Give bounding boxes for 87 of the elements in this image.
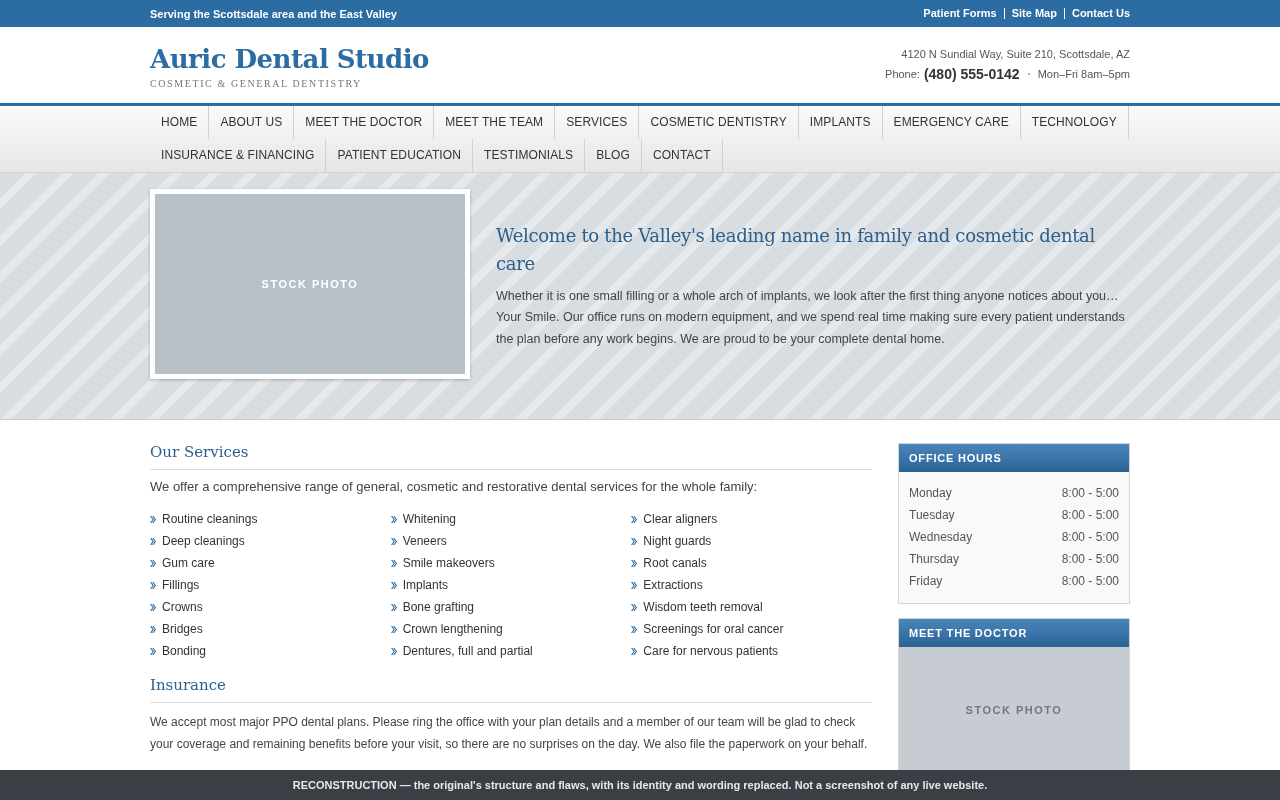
address: 4120 N Sundial Way, Suite 210, Scottsdale, AZ bbox=[900, 48, 1130, 60]
chevron-icon bbox=[150, 515, 156, 523]
day-label: Thursday bbox=[909, 551, 960, 568]
panel-title: OFFICE HOURS bbox=[899, 444, 1129, 472]
nav-link[interactable]: EMERGENCY CARE bbox=[882, 106, 1021, 139]
service-item: Crown lengthening bbox=[402, 622, 503, 636]
top-link[interactable]: Contact Us bbox=[1063, 8, 1130, 19]
chevron-icon bbox=[631, 647, 638, 655]
service-item: Wisdom teeth removal bbox=[643, 600, 763, 614]
nav-link[interactable]: SERVICES bbox=[555, 106, 640, 139]
chevron-icon bbox=[150, 647, 156, 655]
service-item: Fillings bbox=[162, 578, 200, 592]
service-item: Crowns bbox=[162, 600, 203, 614]
service-item: Deep cleanings bbox=[162, 534, 245, 548]
service-item: Smile makeovers bbox=[402, 556, 495, 570]
service-item: Bone grafting bbox=[402, 600, 475, 614]
chevron-icon bbox=[150, 603, 156, 611]
nav-link[interactable]: CONTACT bbox=[641, 139, 723, 172]
services-intro: We offer a comprehensive range of general, cosmetic and restorative dental services for the whole family: bbox=[150, 478, 759, 496]
chevron-icon bbox=[150, 581, 156, 589]
chevron-icon bbox=[631, 581, 638, 589]
nav-link[interactable]: COSMETIC DENTISTRY bbox=[639, 106, 799, 139]
service-item: Whitening bbox=[402, 512, 457, 526]
service-item: Bonding bbox=[162, 644, 207, 658]
photo-label: STOCK PHOTO bbox=[261, 278, 359, 290]
service-item: Dentures, full and partial bbox=[402, 644, 533, 658]
nav-link[interactable]: INSURANCE & FINANCING bbox=[150, 139, 327, 172]
panel-title: MEET THE DOCTOR bbox=[899, 619, 1129, 647]
hero-text: Whether it is one small filling or a whole arch of implants, we look after the first thing anyone notices about you…Your Smile. Our office runs on modern equipment, and we spend real time making sure every patient understands the plan before any work begins. We are proud to be your complete dental home. bbox=[496, 287, 1126, 348]
photo-label: STOCK PHOTO bbox=[965, 703, 1063, 716]
chevron-icon bbox=[390, 581, 397, 589]
top-link[interactable]: Site Map bbox=[1003, 8, 1064, 19]
hours-value: 8:00 - 5:00 bbox=[1061, 551, 1119, 568]
service-item: Veneers bbox=[402, 534, 447, 548]
chevron-icon bbox=[150, 625, 156, 633]
nav-link[interactable]: TESTIMONIALS bbox=[472, 139, 586, 172]
nav-link[interactable]: PATIENT EDUCATION bbox=[326, 139, 473, 172]
service-item: Bridges bbox=[162, 622, 203, 636]
service-item: Implants bbox=[402, 578, 448, 592]
chevron-icon bbox=[631, 515, 638, 523]
chevron-icon bbox=[631, 559, 638, 567]
service-item: Clear aligners bbox=[643, 512, 718, 526]
chevron-icon bbox=[390, 515, 397, 523]
chevron-icon bbox=[150, 537, 156, 545]
service-item: Night guards bbox=[643, 534, 712, 548]
nav-link[interactable]: ABOUT US bbox=[209, 106, 295, 139]
chevron-icon bbox=[631, 537, 638, 545]
day-label: Monday bbox=[909, 485, 952, 502]
service-item: Gum care bbox=[162, 556, 215, 570]
nav-link[interactable]: TECHNOLOGY bbox=[1020, 106, 1129, 139]
chevron-icon bbox=[150, 559, 156, 567]
chevron-icon bbox=[390, 603, 397, 611]
chevron-icon bbox=[631, 603, 638, 611]
day-label: Friday bbox=[909, 573, 943, 590]
site-subtitle: COSMETIC & GENERAL DENTISTRY bbox=[150, 77, 363, 89]
nav-link[interactable]: MEET THE TEAM bbox=[434, 106, 556, 139]
hero-heading: Welcome to the Valley's leading name in family and cosmetic dental care bbox=[496, 223, 1096, 276]
chevron-icon bbox=[390, 537, 397, 545]
office-hours-text: Mon–Fri 8am–5pm bbox=[1037, 68, 1130, 80]
tagline: Serving the Scottsdale area and the East Valley bbox=[150, 7, 397, 20]
section-heading: Our Services bbox=[150, 443, 872, 470]
chevron-icon bbox=[390, 647, 397, 655]
chevron-icon bbox=[390, 559, 397, 567]
hours-value: 8:00 - 5:00 bbox=[1061, 573, 1119, 590]
day-label: Tuesday bbox=[909, 507, 955, 524]
site-logo[interactable]: Auric Dental Studio bbox=[150, 43, 429, 74]
notice-text: RECONSTRUCTION — the original's structure and flaws, with its identity and wording replaced. Not a screenshot of any live website. bbox=[292, 779, 988, 791]
service-item: Care for nervous patients bbox=[643, 644, 779, 658]
nav-link[interactable]: IMPLANTS bbox=[798, 106, 883, 139]
hours-value: 8:00 - 5:00 bbox=[1061, 507, 1119, 524]
phone-label: Phone: bbox=[885, 68, 920, 80]
chevron-icon bbox=[631, 625, 638, 633]
section-heading: Insurance bbox=[150, 676, 872, 703]
day-label: Wednesday bbox=[909, 529, 973, 546]
service-item: Screenings for oral cancer bbox=[643, 622, 784, 636]
chevron-icon bbox=[390, 625, 397, 633]
nav-link[interactable]: MEET THE DOCTOR bbox=[294, 106, 435, 139]
service-item: Root canals bbox=[643, 556, 707, 570]
hours-value: 8:00 - 5:00 bbox=[1061, 529, 1119, 546]
nav-link[interactable]: BLOG bbox=[585, 139, 642, 172]
insurance-text: We accept most major PPO dental plans. Please ring the office with your plan details and a member of our team will be glad to check your coverage and remaining benefits before your visit, so there are no surprises on the day. We also file the paperwork on your behalf. bbox=[150, 714, 869, 753]
nav-link[interactable]: HOME bbox=[150, 106, 210, 139]
service-item: Extractions bbox=[643, 578, 703, 592]
top-link[interactable]: Patient Forms bbox=[916, 8, 1004, 19]
hours-value: 8:00 - 5:00 bbox=[1061, 485, 1119, 502]
phone-number: (480) 555-0142 bbox=[923, 66, 1020, 82]
service-item: Routine cleanings bbox=[162, 512, 258, 526]
